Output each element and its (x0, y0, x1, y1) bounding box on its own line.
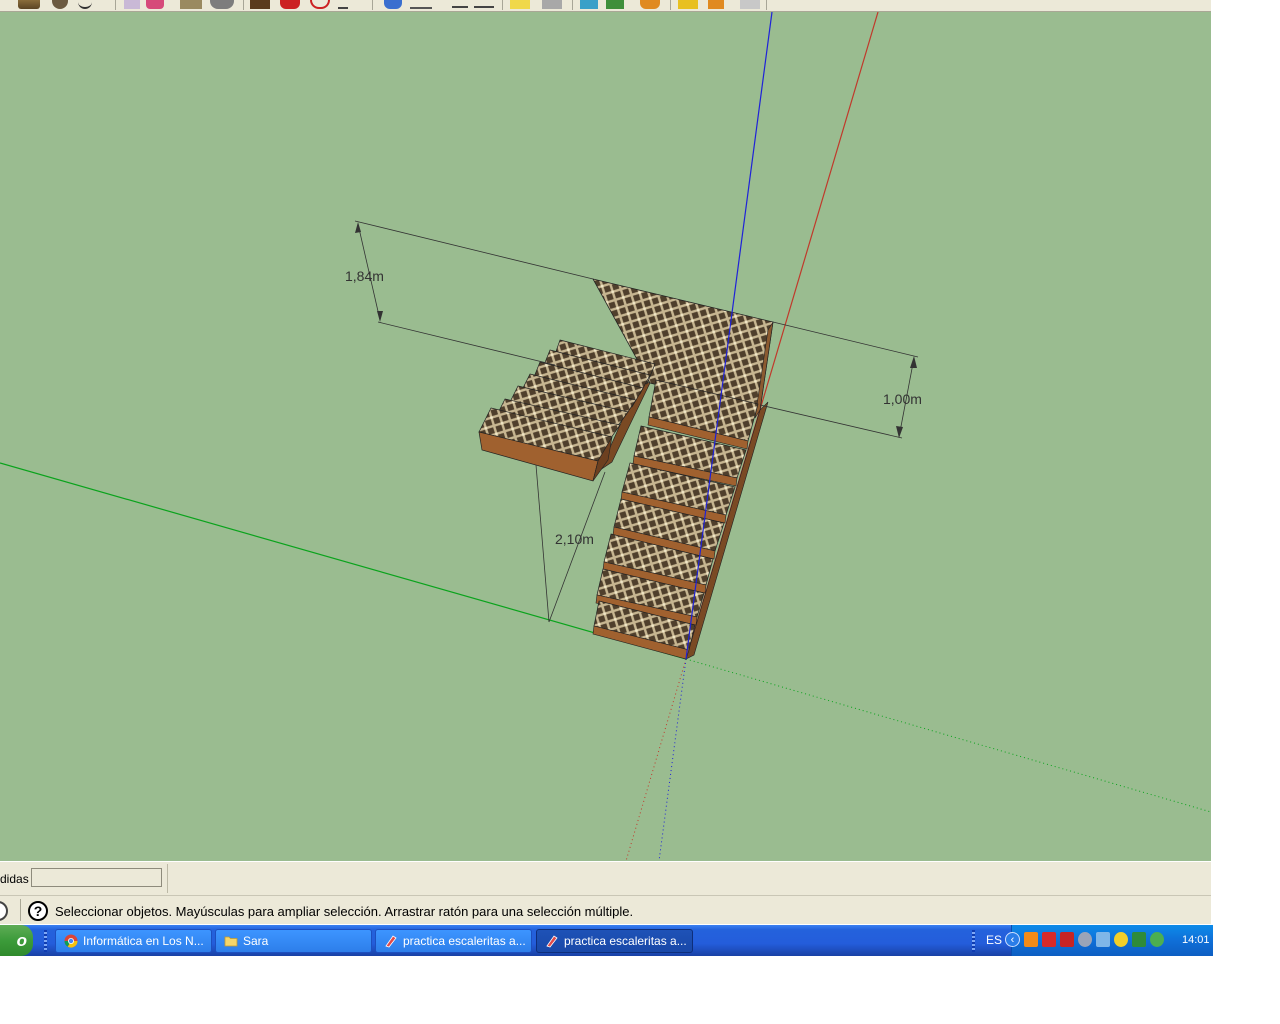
follow-me-icon[interactable] (210, 0, 234, 9)
status-separator (20, 899, 21, 921)
help-icon[interactable]: ? (28, 901, 48, 921)
dimension-height[interactable]: 1,84m (345, 220, 594, 366)
sketchup-icon (385, 935, 397, 948)
svg-text:2,10m: 2,10m (555, 531, 594, 547)
look-around-icon[interactable] (708, 0, 724, 9)
measurements-label: didas (0, 872, 29, 886)
messenger-icon[interactable] (1150, 932, 1164, 947)
start-button[interactable]: o (0, 925, 33, 956)
measurements-input[interactable] (31, 868, 162, 887)
eraser-tool-icon[interactable] (124, 0, 140, 9)
taskbar-grip[interactable] (44, 930, 47, 952)
left-stair-flight[interactable] (478, 339, 656, 482)
walk-tool-icon[interactable] (678, 0, 698, 9)
status-text: Seleccionar objetos. Mayúsculas para amp… (55, 904, 634, 919)
status-bar: ? Seleccionar objetos. Mayúsculas para a… (0, 895, 1211, 924)
dimension-stair-height[interactable]: 2,10m (535, 464, 606, 623)
svg-text:1,00m: 1,00m (883, 391, 922, 407)
geolocation-icon[interactable] (0, 901, 8, 921)
taskbar-button-label: practica escaleritas a... (564, 934, 687, 948)
move-tool-icon[interactable] (250, 0, 270, 9)
orbit-tool-icon[interactable] (580, 0, 598, 9)
avast-icon[interactable] (1024, 932, 1038, 947)
green-axis-negative (685, 658, 1211, 813)
scale-tool-icon[interactable] (310, 0, 330, 9)
taskbar-button-sketchup-1[interactable]: practica escaleritas a... (375, 929, 532, 953)
push-pull-icon[interactable] (180, 0, 202, 9)
drawing-viewport[interactable]: 1,84m 1,00m 2,10m (0, 12, 1211, 861)
rotate-tool-icon[interactable] (280, 0, 300, 9)
chrome-icon (64, 934, 78, 948)
toolbar-separator (502, 0, 503, 10)
shield-icon[interactable] (1060, 932, 1074, 947)
blue-axis-negative (658, 658, 687, 861)
zoom-tool-icon[interactable] (640, 0, 660, 9)
taskbar-button-sketchup-2[interactable]: practica escaleritas a... (536, 929, 693, 953)
svg-text:1,84m: 1,84m (345, 268, 384, 284)
folder-icon (224, 936, 238, 947)
toolbar-separator (572, 0, 573, 10)
clock[interactable]: 14:01 (1182, 934, 1210, 946)
language-indicator[interactable]: ES (986, 933, 1002, 947)
shield-icon[interactable] (1042, 932, 1056, 947)
taskbar-button-label: Sara (243, 934, 269, 948)
toolbar-separator (243, 0, 244, 10)
sketchup-icon (546, 935, 558, 948)
paint-bucket-icon[interactable] (146, 0, 164, 9)
dimension-depth[interactable]: 1,00m (759, 321, 922, 439)
tape-measure-icon[interactable] (384, 0, 402, 9)
dimension-tool-icon[interactable] (452, 0, 468, 8)
green-axis (0, 462, 687, 660)
pointer-icon[interactable] (1096, 932, 1110, 947)
toolbar-separator (766, 0, 767, 10)
scene-canvas[interactable]: 1,84m 1,00m 2,10m (0, 12, 1211, 861)
section-plane-icon[interactable] (510, 0, 530, 9)
pan-tool-icon[interactable] (606, 0, 624, 9)
circle-tool-icon[interactable] (52, 0, 68, 9)
taskbar-button-label: Informática en Los N... (83, 934, 204, 948)
measurements-divider (167, 864, 168, 893)
taskbar: o Informática en Los N... Sara practica … (0, 925, 1213, 956)
taskbar-button-label: practica escaleritas a... (403, 934, 526, 948)
arc-tool-icon[interactable] (78, 0, 92, 9)
monitor-icon[interactable] (1132, 932, 1146, 947)
system-tray: ‹ 14:01 (1005, 925, 1213, 956)
text-tool-icon[interactable] (474, 0, 494, 8)
taskbar-grip[interactable] (972, 930, 975, 952)
toolbar-separator (115, 0, 116, 10)
axes-tool-icon[interactable] (542, 0, 562, 9)
taskbar-button-chrome[interactable]: Informática en Los N... (55, 929, 212, 953)
position-camera-icon[interactable] (740, 0, 760, 9)
protractor-icon[interactable] (410, 0, 432, 9)
network-icon[interactable] (1078, 932, 1092, 947)
taskbar-button-folder[interactable]: Sara (215, 929, 372, 953)
offset-tool-icon[interactable] (338, 0, 348, 9)
red-axis-negative (625, 658, 687, 861)
main-toolbar (0, 0, 1211, 12)
chevron-left-icon[interactable]: ‹ (1005, 932, 1020, 947)
measurements-bar: didas (0, 861, 1211, 895)
rectangle-tool-icon[interactable] (18, 0, 40, 9)
toolbar-separator (372, 0, 373, 10)
star-icon[interactable] (1114, 932, 1128, 947)
toolbar-separator (670, 0, 671, 10)
